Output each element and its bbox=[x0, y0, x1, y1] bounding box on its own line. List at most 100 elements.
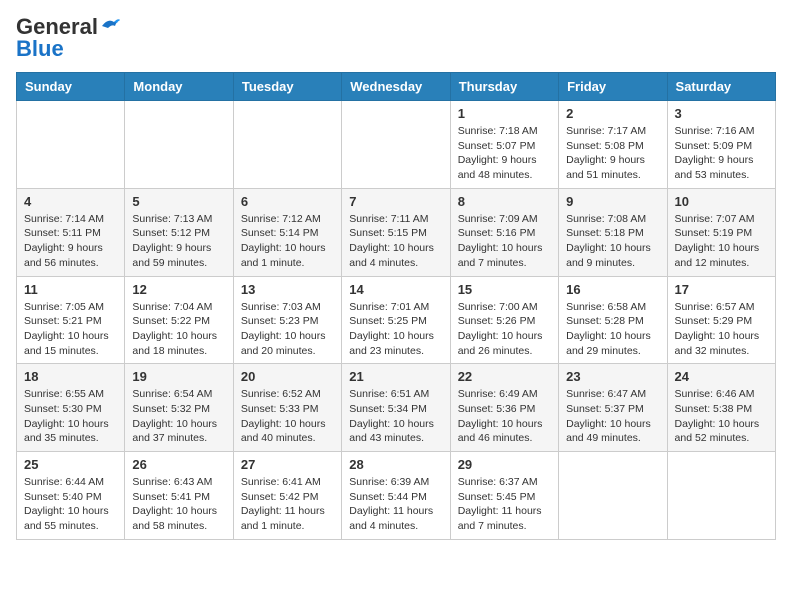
calendar-cell: 28 Sunrise: 6:39 AM Sunset: 5:44 PM Dayli… bbox=[342, 452, 450, 540]
calendar-cell bbox=[17, 101, 125, 189]
day-number: 16 bbox=[566, 282, 659, 297]
day-number: 2 bbox=[566, 106, 659, 121]
day-header-saturday: Saturday bbox=[667, 73, 775, 101]
calendar-cell: 19Sunrise: 6:54 AM Sunset: 5:32 PM Dayli… bbox=[125, 364, 233, 452]
day-info: Sunrise: 7:07 AM Sunset: 5:19 PM Dayligh… bbox=[675, 213, 760, 269]
day-number: 22 bbox=[458, 369, 551, 384]
day-info: Sunrise: 7:08 AM Sunset: 5:18 PM Dayligh… bbox=[566, 213, 651, 269]
calendar-week-row: 11 Sunrise: 7:05 AM Sunset: 5:21 PM Dayli… bbox=[17, 276, 776, 364]
calendar-week-row: 18 Sunrise: 6:55 AM Sunset: 5:30 PM Dayli… bbox=[17, 364, 776, 452]
day-number: 23 bbox=[566, 369, 659, 384]
day-info: Sunrise: 6:43 AM Sunset: 5:41 PM Dayligh… bbox=[132, 476, 217, 532]
day-info: Sunrise: 7:09 AM Sunset: 5:16 PM Dayligh… bbox=[458, 213, 543, 269]
logo: General Blue bbox=[16, 16, 122, 60]
calendar-header-row: SundayMondayTuesdayWednesdayThursdayFrid… bbox=[17, 73, 776, 101]
day-info: Sunrise: 6:51 AM Sunset: 5:34 PM Dayligh… bbox=[349, 388, 434, 444]
calendar-cell: 14 Sunrise: 7:01 AM Sunset: 5:25 PM Dayli… bbox=[342, 276, 450, 364]
calendar-cell: 29 Sunrise: 6:37 AM Sunset: 5:45 PM Dayli… bbox=[450, 452, 558, 540]
calendar-cell: 23 Sunrise: 6:47 AM Sunset: 5:37 PM Dayli… bbox=[559, 364, 667, 452]
calendar-cell bbox=[233, 101, 341, 189]
calendar-cell: 3 Sunrise: 7:16 AM Sunset: 5:09 PM Daylig… bbox=[667, 101, 775, 189]
day-info: Sunrise: 6:58 AM Sunset: 5:28 PM Dayligh… bbox=[566, 301, 651, 357]
day-number: 21 bbox=[349, 369, 442, 384]
day-info: Sunrise: 7:11 AM Sunset: 5:15 PM Dayligh… bbox=[349, 213, 434, 269]
day-info: Sunrise: 7:04 AM Sunset: 5:22 PM Dayligh… bbox=[132, 301, 217, 357]
day-info: Sunrise: 6:49 AM Sunset: 5:36 PM Dayligh… bbox=[458, 388, 543, 444]
day-info: Sunrise: 7:05 AM Sunset: 5:21 PM Dayligh… bbox=[24, 301, 109, 357]
calendar-cell bbox=[125, 101, 233, 189]
day-info: Sunrise: 6:39 AM Sunset: 5:44 PM Dayligh… bbox=[349, 476, 433, 532]
day-number: 12 bbox=[132, 282, 225, 297]
calendar-cell: 27 Sunrise: 6:41 AM Sunset: 5:42 PM Dayli… bbox=[233, 452, 341, 540]
day-number: 14 bbox=[349, 282, 442, 297]
calendar-cell: 9Sunrise: 7:08 AM Sunset: 5:18 PM Daylig… bbox=[559, 188, 667, 276]
day-number: 17 bbox=[675, 282, 768, 297]
logo-blue-text: Blue bbox=[16, 38, 64, 60]
day-header-tuesday: Tuesday bbox=[233, 73, 341, 101]
day-header-friday: Friday bbox=[559, 73, 667, 101]
day-info: Sunrise: 7:12 AM Sunset: 5:14 PM Dayligh… bbox=[241, 213, 326, 269]
day-number: 3 bbox=[675, 106, 768, 121]
day-number: 28 bbox=[349, 457, 442, 472]
calendar-cell: 13Sunrise: 7:03 AM Sunset: 5:23 PM Dayli… bbox=[233, 276, 341, 364]
calendar-week-row: 25 Sunrise: 6:44 AM Sunset: 5:40 PM Dayli… bbox=[17, 452, 776, 540]
logo-bird-icon bbox=[100, 16, 122, 36]
day-info: Sunrise: 6:47 AM Sunset: 5:37 PM Dayligh… bbox=[566, 388, 651, 444]
day-number: 7 bbox=[349, 194, 442, 209]
calendar-cell: 22 Sunrise: 6:49 AM Sunset: 5:36 PM Dayli… bbox=[450, 364, 558, 452]
day-info: Sunrise: 6:46 AM Sunset: 5:38 PM Dayligh… bbox=[675, 388, 760, 444]
day-number: 1 bbox=[458, 106, 551, 121]
day-info: Sunrise: 7:16 AM Sunset: 5:09 PM Dayligh… bbox=[675, 125, 755, 181]
logo-general-text: General bbox=[16, 16, 98, 38]
day-number: 4 bbox=[24, 194, 117, 209]
day-number: 15 bbox=[458, 282, 551, 297]
day-info: Sunrise: 7:01 AM Sunset: 5:25 PM Dayligh… bbox=[349, 301, 434, 357]
day-number: 11 bbox=[24, 282, 117, 297]
calendar-cell: 20 Sunrise: 6:52 AM Sunset: 5:33 PM Dayli… bbox=[233, 364, 341, 452]
day-number: 13 bbox=[241, 282, 334, 297]
day-number: 27 bbox=[241, 457, 334, 472]
calendar-cell: 12 Sunrise: 7:04 AM Sunset: 5:22 PM Dayli… bbox=[125, 276, 233, 364]
calendar-cell: 6Sunrise: 7:12 AM Sunset: 5:14 PM Daylig… bbox=[233, 188, 341, 276]
day-info: Sunrise: 7:18 AM Sunset: 5:07 PM Dayligh… bbox=[458, 125, 538, 181]
day-info: Sunrise: 6:44 AM Sunset: 5:40 PM Dayligh… bbox=[24, 476, 109, 532]
day-info: Sunrise: 6:55 AM Sunset: 5:30 PM Dayligh… bbox=[24, 388, 109, 444]
calendar-cell bbox=[559, 452, 667, 540]
day-number: 25 bbox=[24, 457, 117, 472]
day-number: 29 bbox=[458, 457, 551, 472]
day-info: Sunrise: 6:52 AM Sunset: 5:33 PM Dayligh… bbox=[241, 388, 326, 444]
day-number: 18 bbox=[24, 369, 117, 384]
calendar-cell: 8Sunrise: 7:09 AM Sunset: 5:16 PM Daylig… bbox=[450, 188, 558, 276]
calendar-cell: 11 Sunrise: 7:05 AM Sunset: 5:21 PM Dayli… bbox=[17, 276, 125, 364]
day-info: Sunrise: 6:57 AM Sunset: 5:29 PM Dayligh… bbox=[675, 301, 760, 357]
day-number: 5 bbox=[132, 194, 225, 209]
day-number: 24 bbox=[675, 369, 768, 384]
day-header-monday: Monday bbox=[125, 73, 233, 101]
calendar-cell: 26 Sunrise: 6:43 AM Sunset: 5:41 PM Dayli… bbox=[125, 452, 233, 540]
day-info: Sunrise: 7:14 AM Sunset: 5:11 PM Dayligh… bbox=[24, 213, 104, 269]
calendar-cell: 16 Sunrise: 6:58 AM Sunset: 5:28 PM Dayli… bbox=[559, 276, 667, 364]
day-header-sunday: Sunday bbox=[17, 73, 125, 101]
day-info: Sunrise: 6:37 AM Sunset: 5:45 PM Dayligh… bbox=[458, 476, 542, 532]
day-info: Sunrise: 7:13 AM Sunset: 5:12 PM Dayligh… bbox=[132, 213, 212, 269]
header: General Blue bbox=[16, 16, 776, 60]
calendar-cell: 17 Sunrise: 6:57 AM Sunset: 5:29 PM Dayli… bbox=[667, 276, 775, 364]
day-number: 19 bbox=[132, 369, 225, 384]
calendar-week-row: 4 Sunrise: 7:14 AM Sunset: 5:11 PM Daylig… bbox=[17, 188, 776, 276]
calendar-week-row: 1 Sunrise: 7:18 AM Sunset: 5:07 PM Daylig… bbox=[17, 101, 776, 189]
calendar-cell bbox=[667, 452, 775, 540]
calendar-cell: 2 Sunrise: 7:17 AM Sunset: 5:08 PM Daylig… bbox=[559, 101, 667, 189]
day-header-wednesday: Wednesday bbox=[342, 73, 450, 101]
day-header-thursday: Thursday bbox=[450, 73, 558, 101]
calendar-cell: 24 Sunrise: 6:46 AM Sunset: 5:38 PM Dayli… bbox=[667, 364, 775, 452]
calendar-table: SundayMondayTuesdayWednesdayThursdayFrid… bbox=[16, 72, 776, 540]
calendar-cell: 25 Sunrise: 6:44 AM Sunset: 5:40 PM Dayli… bbox=[17, 452, 125, 540]
calendar-cell: 1 Sunrise: 7:18 AM Sunset: 5:07 PM Daylig… bbox=[450, 101, 558, 189]
day-number: 20 bbox=[241, 369, 334, 384]
day-info: Sunrise: 6:41 AM Sunset: 5:42 PM Dayligh… bbox=[241, 476, 325, 532]
day-info: Sunrise: 7:17 AM Sunset: 5:08 PM Dayligh… bbox=[566, 125, 646, 181]
calendar-cell: 18 Sunrise: 6:55 AM Sunset: 5:30 PM Dayli… bbox=[17, 364, 125, 452]
calendar-cell: 15Sunrise: 7:00 AM Sunset: 5:26 PM Dayli… bbox=[450, 276, 558, 364]
calendar-cell: 4 Sunrise: 7:14 AM Sunset: 5:11 PM Daylig… bbox=[17, 188, 125, 276]
day-number: 26 bbox=[132, 457, 225, 472]
